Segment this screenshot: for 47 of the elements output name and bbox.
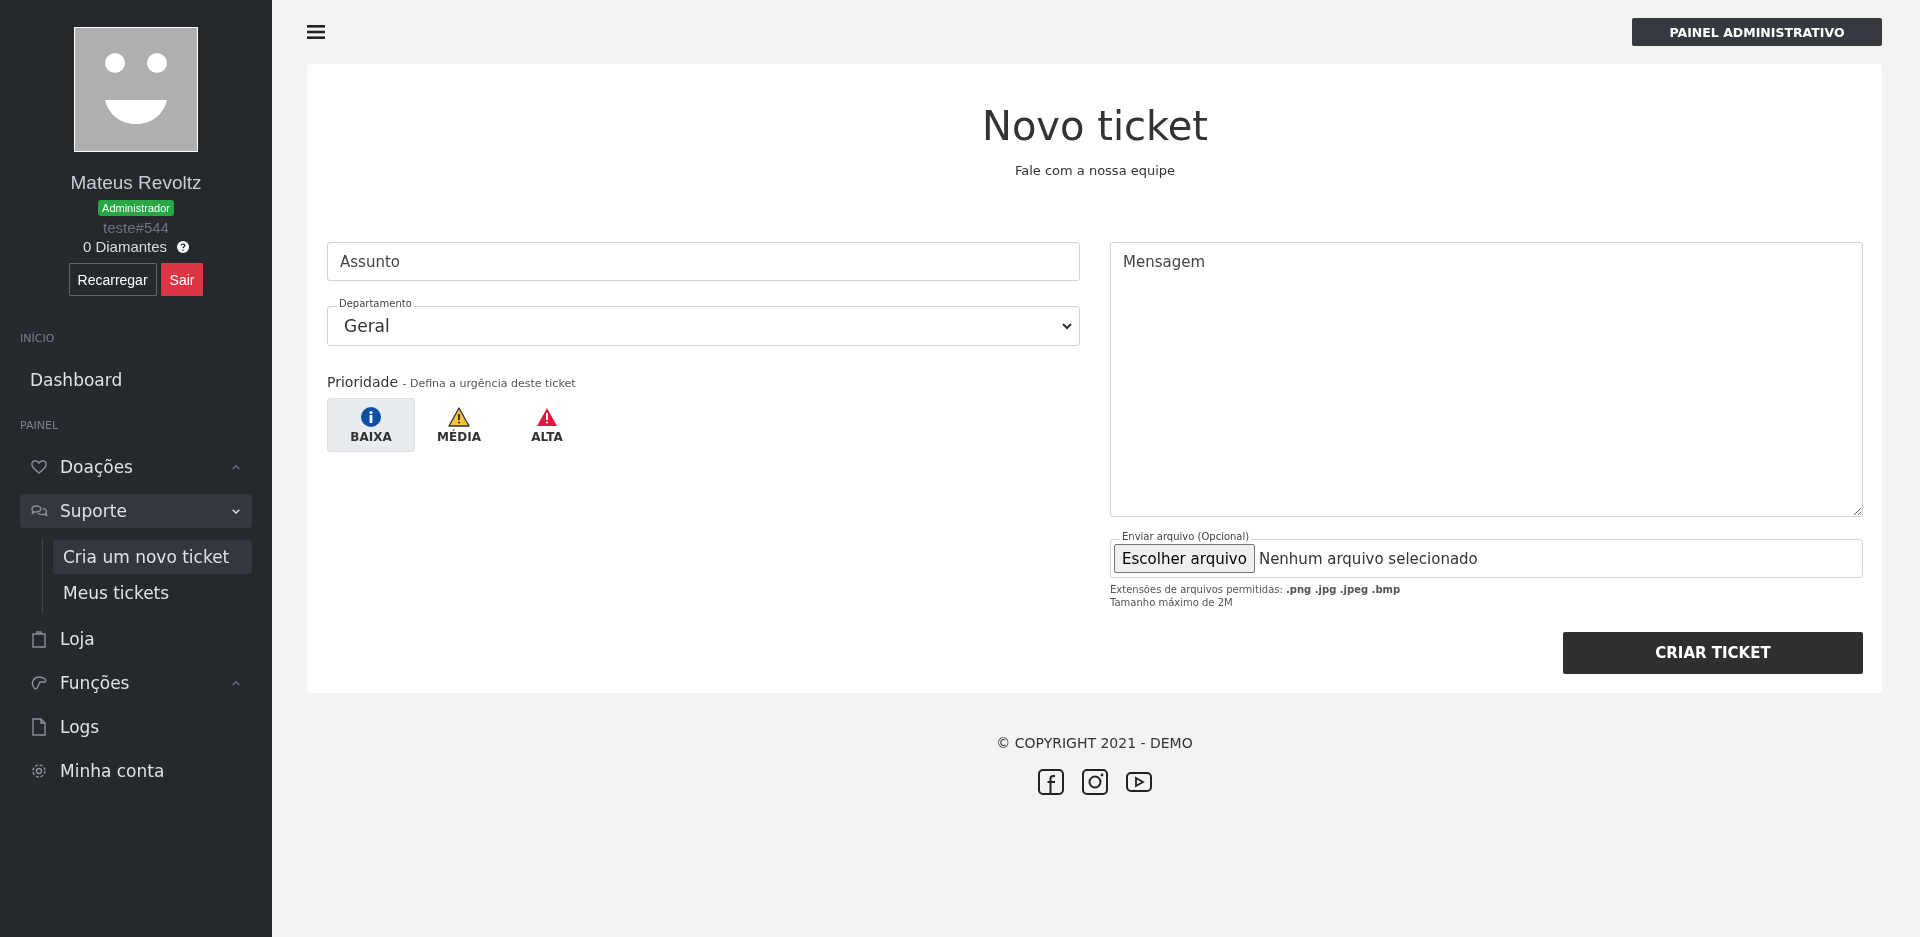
menu-icon[interactable] (307, 24, 325, 40)
field-label: Departamento (337, 298, 414, 309)
heart-icon (30, 458, 48, 476)
copyright-text: © COPYRIGHT 2021 - DEMO (995, 735, 1194, 751)
nav-subitem[interactable]: Meus tickets (53, 576, 252, 610)
user-name: Mateus Revoltz (70, 172, 202, 194)
instagram-icon[interactable] (1081, 769, 1108, 795)
nav-heading: INÍCIO (20, 331, 56, 347)
message-field[interactable]: Mensagem (1110, 242, 1863, 517)
warning-icon (448, 406, 470, 427)
role-badge: Administrador (98, 200, 174, 216)
nav-subitem[interactable]: Cria um novo ticket (53, 540, 252, 574)
nav-heading: PAINEL (20, 418, 59, 434)
reload-button[interactable]: Recarregar (68, 263, 157, 296)
settings-icon (30, 762, 48, 780)
logout-button[interactable]: Sair (160, 263, 204, 296)
nav-item[interactable]: Minha conta (20, 754, 252, 788)
video-play-icon[interactable] (1125, 769, 1152, 795)
create-ticket-button[interactable]: CRIAR TICKET (1563, 632, 1863, 674)
nav-item[interactable]: Doações (20, 450, 252, 484)
max-size-note: Tamanho máximo de 2M (1110, 597, 1234, 608)
subject-field[interactable]: Assunto (327, 242, 1080, 281)
file-icon (30, 718, 48, 736)
info-icon (361, 406, 381, 427)
priority-option[interactable]: ALTA (503, 398, 591, 452)
caret-icon (1061, 321, 1073, 331)
diamond-count: 0 Diamantes (82, 238, 168, 255)
page-subtitle: Fale com a nossa equipe (1013, 163, 1177, 178)
file-status: Nenhum arquivo selecionado (1258, 549, 1478, 568)
danger-icon (536, 406, 558, 427)
nav-item[interactable]: Suporte (20, 494, 252, 528)
field-label: Enviar arquivo (Opcional) (1120, 531, 1252, 542)
bag-icon (30, 630, 48, 648)
choose-file-button[interactable]: Escolher arquivo (1114, 544, 1255, 573)
nav-item[interactable]: Loja (20, 622, 252, 656)
help-icon[interactable] (177, 240, 190, 253)
allowed-extensions: Extensões de arquivos permitidas: .png .jpg .jpeg .bmp (1110, 584, 1402, 595)
nav-item[interactable]: Logs (20, 710, 252, 744)
admin-panel-button[interactable]: PAINEL ADMINISTRATIVO (1632, 18, 1882, 46)
page-title: Novo ticket (980, 102, 1210, 149)
user-tag: teste#544 (103, 219, 169, 236)
priority-option[interactable]: BAIXA (327, 398, 415, 452)
nav-item[interactable]: Funções (20, 666, 252, 700)
priority-label: Prioridade - Defina a urgência deste ticket (327, 374, 577, 390)
priority-option[interactable]: MÉDIA (415, 398, 503, 452)
facebook-icon[interactable] (1037, 769, 1064, 795)
nav-item[interactable]: Dashboard (20, 363, 252, 397)
